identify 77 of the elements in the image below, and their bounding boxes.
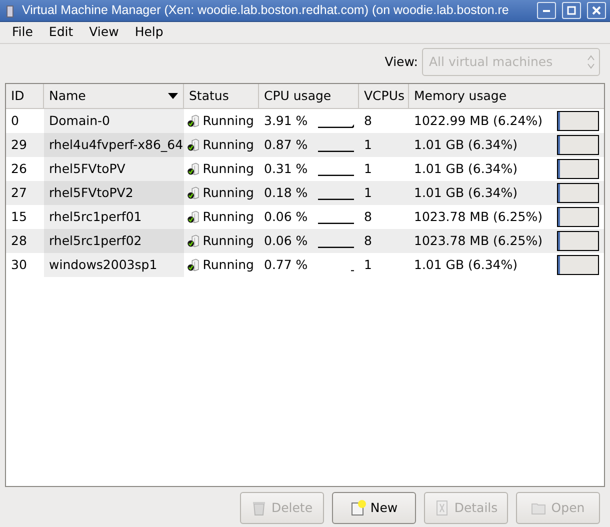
table-cell: rhel4u4fvperf-x86_64	[44, 133, 184, 157]
table-cell-text: 1	[363, 160, 373, 178]
menu-item[interactable]: File	[4, 23, 41, 42]
memory-bar	[557, 255, 599, 275]
column-header[interactable]: Memory usage	[409, 84, 604, 108]
column-header[interactable]: Name	[44, 84, 184, 108]
status-text: Running	[202, 256, 254, 274]
table-cell-text: 1.01 GB (6.34%)	[414, 136, 518, 154]
minimize-icon	[543, 10, 550, 12]
menu-item[interactable]: Edit	[40, 23, 82, 42]
table-cell-text: 0.18 %	[264, 184, 308, 202]
status-text: Running	[202, 208, 254, 226]
table-cell-text: 0.31 %	[264, 160, 308, 178]
status-text: Running	[202, 232, 254, 250]
memory-bar	[557, 207, 599, 227]
table-cell-text: 1	[363, 184, 373, 202]
table-cell-text: 1.01 GB (6.34%)	[414, 160, 518, 178]
menu-item[interactable]: Help	[126, 23, 172, 42]
table-cell-text: 1.01 GB (6.34%)	[414, 256, 518, 274]
table-cell-text: 0.06 %	[264, 232, 308, 250]
table-cell-text: 15	[10, 208, 28, 226]
table-cell: rhel5rc1perf02	[44, 229, 184, 253]
table-cell-text: 1	[363, 136, 373, 154]
table-cell: rhel5rc1perf01	[44, 205, 184, 229]
table-cell-text: 8	[363, 112, 373, 130]
table-cell-text: 1023.78 MB (6.25%)	[414, 208, 542, 226]
status-text: Running	[202, 184, 254, 202]
sort-arrow-icon	[168, 93, 178, 99]
cpu-sparkline	[318, 148, 354, 152]
maximize-icon	[567, 6, 576, 15]
table-cell-text: 1	[363, 256, 373, 274]
minimize-button[interactable]	[537, 2, 556, 19]
column-header[interactable]: CPU usage	[259, 84, 359, 108]
memory-bar	[557, 111, 599, 131]
table-cell-text: 1.01 GB (6.34%)	[414, 184, 518, 202]
table-cell-text: 0	[10, 112, 20, 130]
table-cell: windows2003sp1	[44, 253, 184, 277]
cpu-sparkline	[318, 172, 354, 176]
table-cell-text: 29	[10, 136, 28, 154]
table-cell: rhel5FVtoPV2	[44, 181, 184, 205]
status-text: Running	[202, 160, 254, 178]
maximize-button[interactable]	[562, 2, 581, 19]
column-header[interactable]: Status	[184, 84, 259, 108]
table-cell: rhel5FVtoPV	[44, 157, 184, 181]
table-cell-text: 0.87 %	[264, 136, 308, 154]
close-button[interactable]	[587, 2, 606, 19]
menu-item[interactable]: View	[81, 23, 127, 42]
new-document-icon	[350, 500, 366, 516]
status-text: Running	[202, 136, 254, 154]
cpu-sparkline	[318, 124, 354, 128]
cpu-sparkline	[318, 196, 354, 200]
view-label: View:	[384, 52, 418, 71]
table-cell-text: 0.77 %	[264, 256, 308, 274]
cpu-sparkline	[318, 220, 354, 224]
memory-bar	[557, 159, 599, 179]
table-cell-text: 8	[363, 232, 373, 250]
table-cell-text: 3.91 %	[264, 112, 308, 130]
column-header[interactable]: ID	[6, 84, 44, 108]
new-button[interactable]: New	[332, 492, 416, 524]
table-cell-text: 1022.99 MB (6.24%)	[414, 112, 542, 130]
table-cell-text: 28	[10, 232, 28, 250]
table-cell-text: 0.06 %	[264, 208, 308, 226]
table-cell-text: 30	[10, 256, 28, 274]
table-cell-text: 27	[10, 184, 28, 202]
app-icon	[4, 2, 16, 18]
table-cell-text: 1023.78 MB (6.25%)	[414, 232, 542, 250]
window-title: Virtual Machine Manager (Xen: woodie.lab.boston.redhat.com) (on woodie.lab.boston.re	[22, 2, 510, 20]
document-icon	[434, 500, 450, 516]
column-header[interactable]: VCPUs	[359, 84, 409, 108]
table-cell: Domain-0	[44, 109, 184, 133]
table-cell-text: 8	[363, 208, 373, 226]
table-cell-text: 26	[10, 160, 28, 178]
spinner-arrows-icon	[587, 55, 595, 69]
trash-icon	[251, 500, 268, 516]
status-text: Running	[202, 112, 254, 130]
close-icon	[592, 6, 601, 15]
cpu-sparkline	[318, 244, 354, 248]
